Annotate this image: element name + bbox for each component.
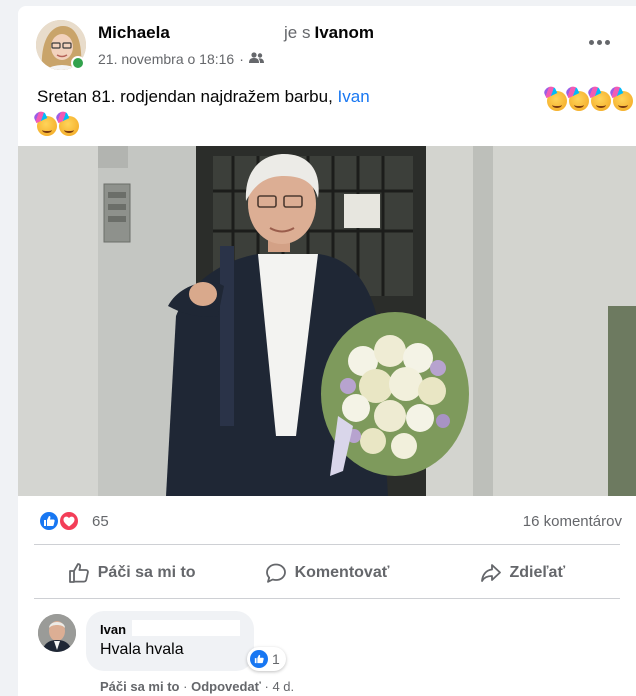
commenter-name[interactable]: Ivan [100,622,126,637]
comment-button[interactable]: Komentovať [229,551,424,595]
share-button[interactable]: Zdieľať [425,551,620,595]
comment-separator: · [183,679,188,694]
comment-text: Hvala hvala [100,641,184,658]
with-prefix: je s [284,23,311,42]
divider [34,544,620,545]
post-meta: 21. novembra o 18:16 · [98,51,264,67]
thumbs-up-icon [68,563,89,583]
divider [34,598,620,599]
emoji-group [547,87,635,113]
friends-icon[interactable] [248,51,264,67]
commenter-avatar[interactable] [38,614,76,652]
like-reaction-icon [250,650,268,668]
comment-reaction-badge[interactable]: 1 [247,647,286,671]
comment-like-link[interactable]: Páči sa mi to [100,679,179,694]
more-options-icon[interactable] [584,32,614,52]
post-photo[interactable] [18,146,636,496]
like-reaction-icon [38,510,60,532]
comment-separator: · [264,679,269,694]
share-label: Zdieľať [509,564,566,581]
party-face-emoji [591,90,611,111]
post-message: Sretan 81. rodjendan najdražem barbu, [37,87,333,106]
comment-time[interactable]: 4 d. [272,679,294,694]
reaction-icons[interactable] [38,510,84,532]
emoji-group [37,112,81,138]
share-icon [480,564,501,582]
author-name[interactable]: Michaela [98,23,170,43]
party-face-emoji [569,90,589,111]
post-stats: 65 16 komentárov [18,504,636,540]
post-text-line: Sretan 81. rodjendan najdražem barbu, Iv… [37,84,370,110]
comment-reaction-count: 1 [272,651,280,667]
comment-item: Ivan Hvala hvala 1 Páči sa mi to · Odpov… [18,606,636,696]
action-bar: Páči sa mi to Komentovať Zdieľať [34,551,620,595]
like-button[interactable]: Páči sa mi to [34,551,229,595]
comment-count[interactable]: 16 komentárov [523,513,622,530]
online-status-dot [71,56,85,70]
reaction-count[interactable]: 65 [92,513,109,530]
redacted-name [132,620,240,636]
party-face-emoji [547,90,567,111]
comment-label: Komentovať [294,564,390,581]
like-label: Páči sa mi to [97,564,196,581]
love-reaction-icon [58,510,80,532]
meta-separator: · [239,51,244,67]
party-face-emoji [59,115,79,136]
party-face-emoji [613,90,633,111]
post-date[interactable]: 21. novembra o 18:16 [98,51,234,67]
comment-icon [265,563,286,583]
mention-link[interactable]: Ivan [338,87,370,106]
tagged-name[interactable]: Ivanom [314,23,374,42]
comment-reply-link[interactable]: Odpovedať [191,679,261,694]
party-face-emoji [37,115,57,136]
comment-actions: Páči sa mi to · Odpovedať · 4 d. [100,679,294,694]
post-card: Michaela je s Ivanom 21. novembra o 18:16… [18,6,636,696]
post-header: Michaela je s Ivanom 21. novembra o 18:16… [18,6,636,78]
tagged-with: je s Ivanom [284,23,374,43]
comment-bubble: Ivan Hvala hvala [86,611,254,671]
